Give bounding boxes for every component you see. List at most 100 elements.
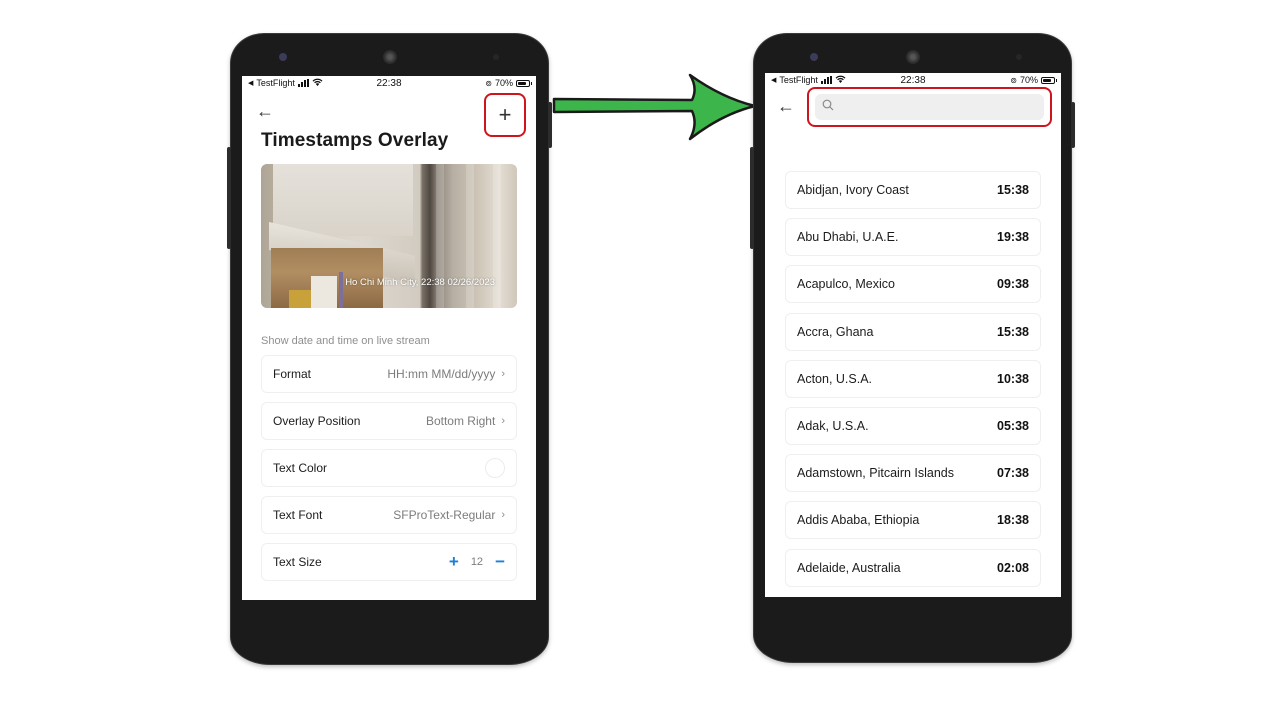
- setting-value: HH:mm MM/dd/yyyy: [387, 367, 496, 381]
- orientation-lock-icon: ⊚: [485, 78, 492, 88]
- volume-button: [227, 147, 231, 249]
- text-size-value: 12: [470, 556, 484, 568]
- live-preview-image: Ho Chi Minh City, 22:38 02/26/2023: [261, 164, 517, 308]
- chevron-right-icon: ›: [501, 415, 505, 427]
- city-list: Abidjan, Ivory Coast 15:38 Abu Dhabi, U.…: [785, 171, 1041, 596]
- search-input[interactable]: [840, 100, 1044, 114]
- wifi-icon: [312, 78, 323, 88]
- preview-book: [339, 272, 343, 308]
- add-timestamp-button[interactable]: +: [484, 93, 526, 137]
- city-time: 05:38: [997, 418, 1029, 433]
- search-field[interactable]: [815, 94, 1044, 120]
- carrier-label: TestFlight: [779, 75, 818, 85]
- carrier-label: TestFlight: [256, 78, 295, 88]
- status-time: 22:38: [900, 74, 926, 86]
- proximity-sensor-icon: [1016, 54, 1022, 60]
- setting-label: Overlay Position: [273, 414, 361, 428]
- setting-label: Text Font: [273, 508, 323, 522]
- city-name: Abu Dhabi, U.A.E.: [797, 230, 899, 245]
- city-row[interactable]: Adak, U.S.A. 05:38: [785, 406, 1041, 445]
- front-camera-icon: [279, 53, 287, 61]
- arrow-left-icon: ←: [256, 101, 274, 121]
- section-hint: Show date and time on live stream: [261, 335, 430, 347]
- chevron-right-icon: ›: [501, 509, 505, 521]
- preview-book: [289, 290, 311, 308]
- city-name: Abidjan, Ivory Coast: [797, 183, 909, 197]
- page-title: Timestamps Overlay: [261, 130, 449, 151]
- power-button: [1071, 102, 1075, 148]
- orientation-lock-icon: ⊚: [1010, 75, 1017, 85]
- city-time: 09:38: [997, 277, 1029, 292]
- earpiece-speaker-icon: [383, 50, 397, 64]
- search-highlight: [807, 87, 1052, 127]
- proximity-sensor-icon: [493, 54, 499, 60]
- signal-icon: [297, 79, 309, 87]
- city-row[interactable]: Acton, U.S.A. 10:38: [785, 359, 1041, 398]
- city-row[interactable]: Abu Dhabi, U.A.E. 19:38: [785, 218, 1041, 257]
- timestamps-overlay-screen: ◀ TestFlight 22:38 ⊚ 70% ← + Timestamps …: [242, 76, 536, 600]
- setting-format[interactable]: Format HH:mm MM/dd/yyyy ›: [261, 355, 517, 393]
- preview-cabinet: [273, 164, 413, 236]
- city-time: 19:38: [997, 230, 1029, 245]
- setting-label: Text Size: [273, 555, 322, 569]
- city-row[interactable]: Adamstown, Pitcairn Islands 07:38: [785, 454, 1041, 493]
- phone-right: ◀ TestFlight 22:38 ⊚ 70% ← Abidjan, Ivor…: [750, 33, 1075, 663]
- battery-icon: [516, 79, 532, 87]
- status-time: 22:38: [376, 77, 402, 89]
- setting-value: SFProText-Regular: [393, 508, 496, 522]
- city-row[interactable]: Abidjan, Ivory Coast 15:38: [785, 171, 1041, 209]
- city-time: 07:38: [997, 466, 1029, 481]
- setting-overlay-position[interactable]: Overlay Position Bottom Right ›: [261, 402, 517, 440]
- setting-value: Bottom Right: [425, 414, 496, 428]
- city-time: 18:38: [997, 513, 1029, 528]
- arrow-left-icon: ←: [777, 96, 795, 116]
- city-row[interactable]: Adelaide, Australia 02:08: [785, 548, 1041, 587]
- volume-button: [750, 147, 754, 249]
- text-color-swatch[interactable]: [485, 458, 505, 478]
- preview-book: [311, 276, 337, 308]
- increase-size-button[interactable]: +: [449, 553, 459, 570]
- city-name: Adak, U.S.A.: [797, 418, 869, 433]
- city-row[interactable]: Accra, Ghana 15:38: [785, 312, 1041, 351]
- arrow-shape: [552, 73, 757, 141]
- setting-text-color[interactable]: Text Color: [261, 449, 517, 487]
- signal-icon: [820, 76, 832, 84]
- city-name: Acton, U.S.A.: [797, 371, 873, 386]
- back-to-app-icon: ◀: [771, 77, 777, 84]
- wifi-icon: [835, 75, 846, 85]
- city-time: 15:38: [997, 183, 1029, 197]
- status-bar: ◀ TestFlight 22:38 ⊚ 70%: [242, 76, 536, 90]
- search-icon: [822, 98, 834, 116]
- city-search-screen: ◀ TestFlight 22:38 ⊚ 70% ← Abidjan, Ivor…: [765, 73, 1061, 597]
- city-name: Adelaide, Australia: [797, 560, 901, 575]
- plus-icon: +: [498, 102, 512, 127]
- chevron-right-icon: ›: [501, 368, 505, 380]
- city-name: Acapulco, Mexico: [797, 277, 895, 292]
- battery-percent: 70%: [494, 78, 513, 88]
- earpiece-speaker-icon: [906, 50, 920, 64]
- city-time: 15:38: [997, 324, 1029, 339]
- setting-label: Format: [273, 367, 312, 381]
- city-row[interactable]: Addis Ababa, Ethiopia 18:38: [785, 501, 1041, 540]
- settings-list: Format HH:mm MM/dd/yyyy › Overlay Positi…: [261, 355, 517, 590]
- battery-percent: 70%: [1019, 75, 1038, 85]
- back-button[interactable]: ←: [777, 97, 795, 115]
- front-camera-icon: [810, 53, 818, 61]
- city-row[interactable]: Acapulco, Mexico 09:38: [785, 265, 1041, 304]
- city-name: Adamstown, Pitcairn Islands: [797, 466, 955, 481]
- setting-text-size: Text Size + 12 −: [261, 543, 517, 581]
- status-bar: ◀ TestFlight 22:38 ⊚ 70%: [765, 73, 1061, 87]
- back-button[interactable]: ←: [256, 102, 274, 120]
- setting-text-font[interactable]: Text Font SFProText-Regular ›: [261, 496, 517, 534]
- city-name: Accra, Ghana: [797, 324, 874, 339]
- battery-icon: [1041, 76, 1057, 84]
- green-arrow-annotation: [552, 73, 757, 141]
- phone-left: ◀ TestFlight 22:38 ⊚ 70% ← + Timestamps …: [227, 33, 552, 665]
- timestamp-overlay-text: Ho Chi Minh City, 22:38 02/26/2023: [345, 277, 495, 288]
- city-name: Addis Ababa, Ethiopia: [797, 513, 920, 528]
- city-time: 10:38: [997, 371, 1029, 386]
- setting-label: Text Color: [273, 461, 328, 475]
- city-time: 02:08: [997, 560, 1029, 575]
- decrease-size-button[interactable]: −: [495, 553, 505, 570]
- text-size-stepper: + 12 −: [449, 553, 505, 570]
